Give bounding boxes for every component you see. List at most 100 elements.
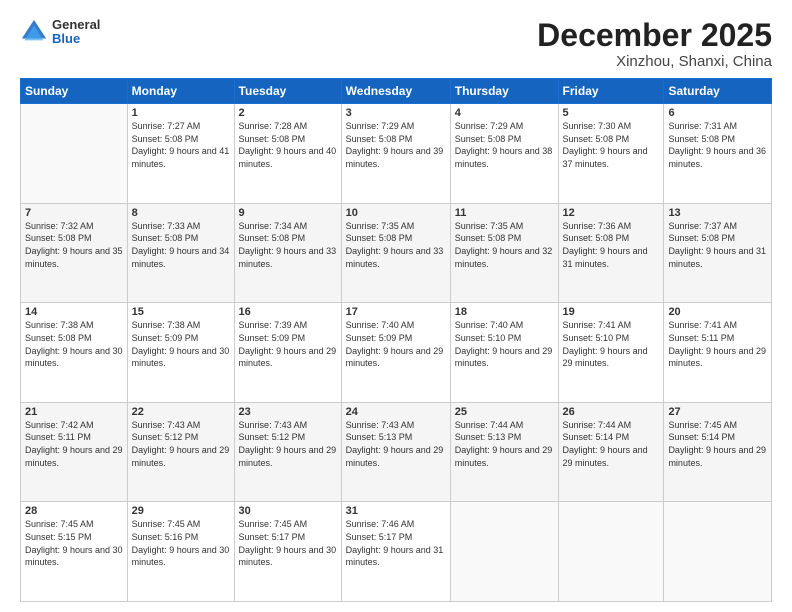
day-info: Sunrise: 7:40 AMSunset: 5:10 PMDaylight:… [455,319,554,369]
day-info: Sunrise: 7:45 AMSunset: 5:16 PMDaylight:… [132,518,230,568]
calendar-cell: 18Sunrise: 7:40 AMSunset: 5:10 PMDayligh… [450,303,558,403]
day-info: Sunrise: 7:32 AMSunset: 5:08 PMDaylight:… [25,220,123,270]
calendar-table: SundayMondayTuesdayWednesdayThursdayFrid… [20,78,772,602]
day-info: Sunrise: 7:45 AMSunset: 5:14 PMDaylight:… [668,419,767,469]
day-info: Sunrise: 7:43 AMSunset: 5:13 PMDaylight:… [346,419,446,469]
calendar-cell: 31Sunrise: 7:46 AMSunset: 5:17 PMDayligh… [341,502,450,602]
calendar-cell: 8Sunrise: 7:33 AMSunset: 5:08 PMDaylight… [127,203,234,303]
calendar-cell: 25Sunrise: 7:44 AMSunset: 5:13 PMDayligh… [450,402,558,502]
day-number: 13 [668,207,767,219]
day-number: 18 [455,306,554,318]
header: General Blue December 2025 Xinzhou, Shan… [20,18,772,70]
day-info: Sunrise: 7:29 AMSunset: 5:08 PMDaylight:… [346,120,446,170]
day-info: Sunrise: 7:31 AMSunset: 5:08 PMDaylight:… [668,120,767,170]
calendar-cell: 9Sunrise: 7:34 AMSunset: 5:08 PMDaylight… [234,203,341,303]
day-number: 3 [346,107,446,119]
day-info: Sunrise: 7:45 AMSunset: 5:17 PMDaylight:… [239,518,337,568]
day-number: 27 [668,406,767,418]
week-row-1: 1Sunrise: 7:27 AMSunset: 5:08 PMDaylight… [21,104,772,204]
day-info: Sunrise: 7:36 AMSunset: 5:08 PMDaylight:… [563,220,660,270]
calendar-cell [450,502,558,602]
calendar-cell: 29Sunrise: 7:45 AMSunset: 5:16 PMDayligh… [127,502,234,602]
day-number: 24 [346,406,446,418]
day-info: Sunrise: 7:43 AMSunset: 5:12 PMDaylight:… [132,419,230,469]
day-info: Sunrise: 7:33 AMSunset: 5:08 PMDaylight:… [132,220,230,270]
calendar-cell [664,502,772,602]
day-number: 12 [563,207,660,219]
calendar-body: 1Sunrise: 7:27 AMSunset: 5:08 PMDaylight… [21,104,772,602]
logo-text: General Blue [52,18,100,47]
calendar-cell: 3Sunrise: 7:29 AMSunset: 5:08 PMDaylight… [341,104,450,204]
calendar-cell: 21Sunrise: 7:42 AMSunset: 5:11 PMDayligh… [21,402,128,502]
calendar-cell: 1Sunrise: 7:27 AMSunset: 5:08 PMDaylight… [127,104,234,204]
month-title: December 2025 [537,18,772,53]
week-row-2: 7Sunrise: 7:32 AMSunset: 5:08 PMDaylight… [21,203,772,303]
day-of-week-thursday: Thursday [450,79,558,104]
day-info: Sunrise: 7:27 AMSunset: 5:08 PMDaylight:… [132,120,230,170]
calendar-cell: 2Sunrise: 7:28 AMSunset: 5:08 PMDaylight… [234,104,341,204]
calendar-cell: 11Sunrise: 7:35 AMSunset: 5:08 PMDayligh… [450,203,558,303]
calendar-cell: 30Sunrise: 7:45 AMSunset: 5:17 PMDayligh… [234,502,341,602]
day-of-week-friday: Friday [558,79,664,104]
calendar-header: SundayMondayTuesdayWednesdayThursdayFrid… [21,79,772,104]
logo-general-text: General [52,18,100,32]
week-row-4: 21Sunrise: 7:42 AMSunset: 5:11 PMDayligh… [21,402,772,502]
day-number: 30 [239,505,337,517]
day-info: Sunrise: 7:42 AMSunset: 5:11 PMDaylight:… [25,419,123,469]
day-number: 28 [25,505,123,517]
day-info: Sunrise: 7:44 AMSunset: 5:13 PMDaylight:… [455,419,554,469]
day-info: Sunrise: 7:46 AMSunset: 5:17 PMDaylight:… [346,518,446,568]
day-number: 7 [25,207,123,219]
logo: General Blue [20,18,100,47]
page: General Blue December 2025 Xinzhou, Shan… [0,0,792,612]
calendar-cell: 4Sunrise: 7:29 AMSunset: 5:08 PMDaylight… [450,104,558,204]
logo-icon [20,18,48,46]
day-number: 31 [346,505,446,517]
calendar-cell: 28Sunrise: 7:45 AMSunset: 5:15 PMDayligh… [21,502,128,602]
calendar-cell: 5Sunrise: 7:30 AMSunset: 5:08 PMDaylight… [558,104,664,204]
calendar-cell: 13Sunrise: 7:37 AMSunset: 5:08 PMDayligh… [664,203,772,303]
calendar-cell: 20Sunrise: 7:41 AMSunset: 5:11 PMDayligh… [664,303,772,403]
calendar-cell: 27Sunrise: 7:45 AMSunset: 5:14 PMDayligh… [664,402,772,502]
calendar-cell: 24Sunrise: 7:43 AMSunset: 5:13 PMDayligh… [341,402,450,502]
day-info: Sunrise: 7:38 AMSunset: 5:08 PMDaylight:… [25,319,123,369]
title-block: December 2025 Xinzhou, Shanxi, China [537,18,772,70]
week-row-5: 28Sunrise: 7:45 AMSunset: 5:15 PMDayligh… [21,502,772,602]
day-info: Sunrise: 7:35 AMSunset: 5:08 PMDaylight:… [455,220,554,270]
day-of-week-monday: Monday [127,79,234,104]
day-of-week-tuesday: Tuesday [234,79,341,104]
day-number: 22 [132,406,230,418]
day-number: 25 [455,406,554,418]
day-number: 21 [25,406,123,418]
calendar-cell: 16Sunrise: 7:39 AMSunset: 5:09 PMDayligh… [234,303,341,403]
calendar-cell: 10Sunrise: 7:35 AMSunset: 5:08 PMDayligh… [341,203,450,303]
day-number: 17 [346,306,446,318]
calendar-cell: 12Sunrise: 7:36 AMSunset: 5:08 PMDayligh… [558,203,664,303]
day-number: 20 [668,306,767,318]
calendar-cell: 22Sunrise: 7:43 AMSunset: 5:12 PMDayligh… [127,402,234,502]
day-number: 29 [132,505,230,517]
day-info: Sunrise: 7:30 AMSunset: 5:08 PMDaylight:… [563,120,660,170]
calendar-cell: 26Sunrise: 7:44 AMSunset: 5:14 PMDayligh… [558,402,664,502]
calendar-cell [21,104,128,204]
days-of-week-row: SundayMondayTuesdayWednesdayThursdayFrid… [21,79,772,104]
day-number: 16 [239,306,337,318]
location: Xinzhou, Shanxi, China [537,53,772,70]
calendar-cell: 19Sunrise: 7:41 AMSunset: 5:10 PMDayligh… [558,303,664,403]
calendar-cell [558,502,664,602]
day-number: 10 [346,207,446,219]
day-info: Sunrise: 7:41 AMSunset: 5:10 PMDaylight:… [563,319,660,369]
logo-blue-text: Blue [52,32,100,46]
day-info: Sunrise: 7:45 AMSunset: 5:15 PMDaylight:… [25,518,123,568]
calendar-cell: 17Sunrise: 7:40 AMSunset: 5:09 PMDayligh… [341,303,450,403]
day-number: 6 [668,107,767,119]
day-number: 1 [132,107,230,119]
day-info: Sunrise: 7:37 AMSunset: 5:08 PMDaylight:… [668,220,767,270]
day-info: Sunrise: 7:41 AMSunset: 5:11 PMDaylight:… [668,319,767,369]
calendar-cell: 15Sunrise: 7:38 AMSunset: 5:09 PMDayligh… [127,303,234,403]
day-of-week-wednesday: Wednesday [341,79,450,104]
day-info: Sunrise: 7:43 AMSunset: 5:12 PMDaylight:… [239,419,337,469]
calendar-cell: 14Sunrise: 7:38 AMSunset: 5:08 PMDayligh… [21,303,128,403]
day-info: Sunrise: 7:29 AMSunset: 5:08 PMDaylight:… [455,120,554,170]
day-info: Sunrise: 7:34 AMSunset: 5:08 PMDaylight:… [239,220,337,270]
